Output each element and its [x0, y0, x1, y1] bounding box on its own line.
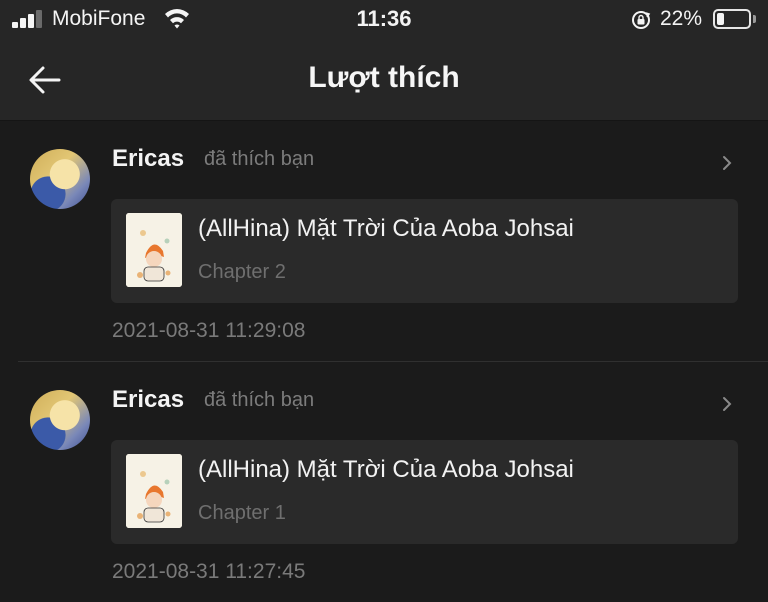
list-item[interactable]: Ericas đã thích bạn (AllHina) Mặt Trời C… — [0, 121, 768, 361]
story-cover-image — [126, 454, 182, 528]
user-name[interactable]: Ericas — [112, 145, 184, 173]
story-title: (AllHina) Mặt Trời Của Aoba Johsai — [198, 215, 574, 242]
chevron-right-icon[interactable] — [719, 154, 735, 172]
action-text: đã thích bạn — [204, 389, 315, 411]
notification-list: Ericas đã thích bạn (AllHina) Mặt Trời C… — [0, 121, 768, 602]
page-title: Lượt thích — [308, 61, 460, 94]
navigation-bar: Lượt thích — [0, 40, 768, 121]
battery-cap — [753, 15, 756, 23]
chapter-label: Chapter 2 — [198, 261, 286, 283]
avatar[interactable] — [30, 390, 90, 450]
battery-icon — [713, 9, 751, 29]
chevron-right-icon[interactable] — [719, 395, 735, 413]
story-card[interactable]: (AllHina) Mặt Trời Của Aoba Johsai Chapt… — [111, 440, 738, 544]
story-cover-image — [126, 213, 182, 287]
story-title: (AllHina) Mặt Trời Của Aoba Johsai — [198, 456, 574, 483]
chapter-label: Chapter 1 — [198, 502, 286, 524]
action-text: đã thích bạn — [204, 148, 315, 170]
avatar[interactable] — [30, 149, 90, 209]
timestamp: 2021-08-31 11:27:45 — [112, 560, 306, 583]
battery-level — [717, 13, 724, 25]
list-item[interactable]: Ericas đã thích bạn (AllHina) Mặt Trời C… — [18, 361, 768, 602]
timestamp: 2021-08-31 11:29:08 — [112, 319, 306, 342]
battery-percent: 22% — [660, 7, 703, 30]
status-time: 11:36 — [356, 6, 412, 31]
rotation-lock-icon — [632, 11, 651, 29]
story-card[interactable]: (AllHina) Mặt Trời Của Aoba Johsai Chapt… — [111, 199, 738, 303]
user-name[interactable]: Ericas — [112, 386, 184, 414]
status-bar: MobiFone 11:36 22% — [0, 0, 768, 40]
